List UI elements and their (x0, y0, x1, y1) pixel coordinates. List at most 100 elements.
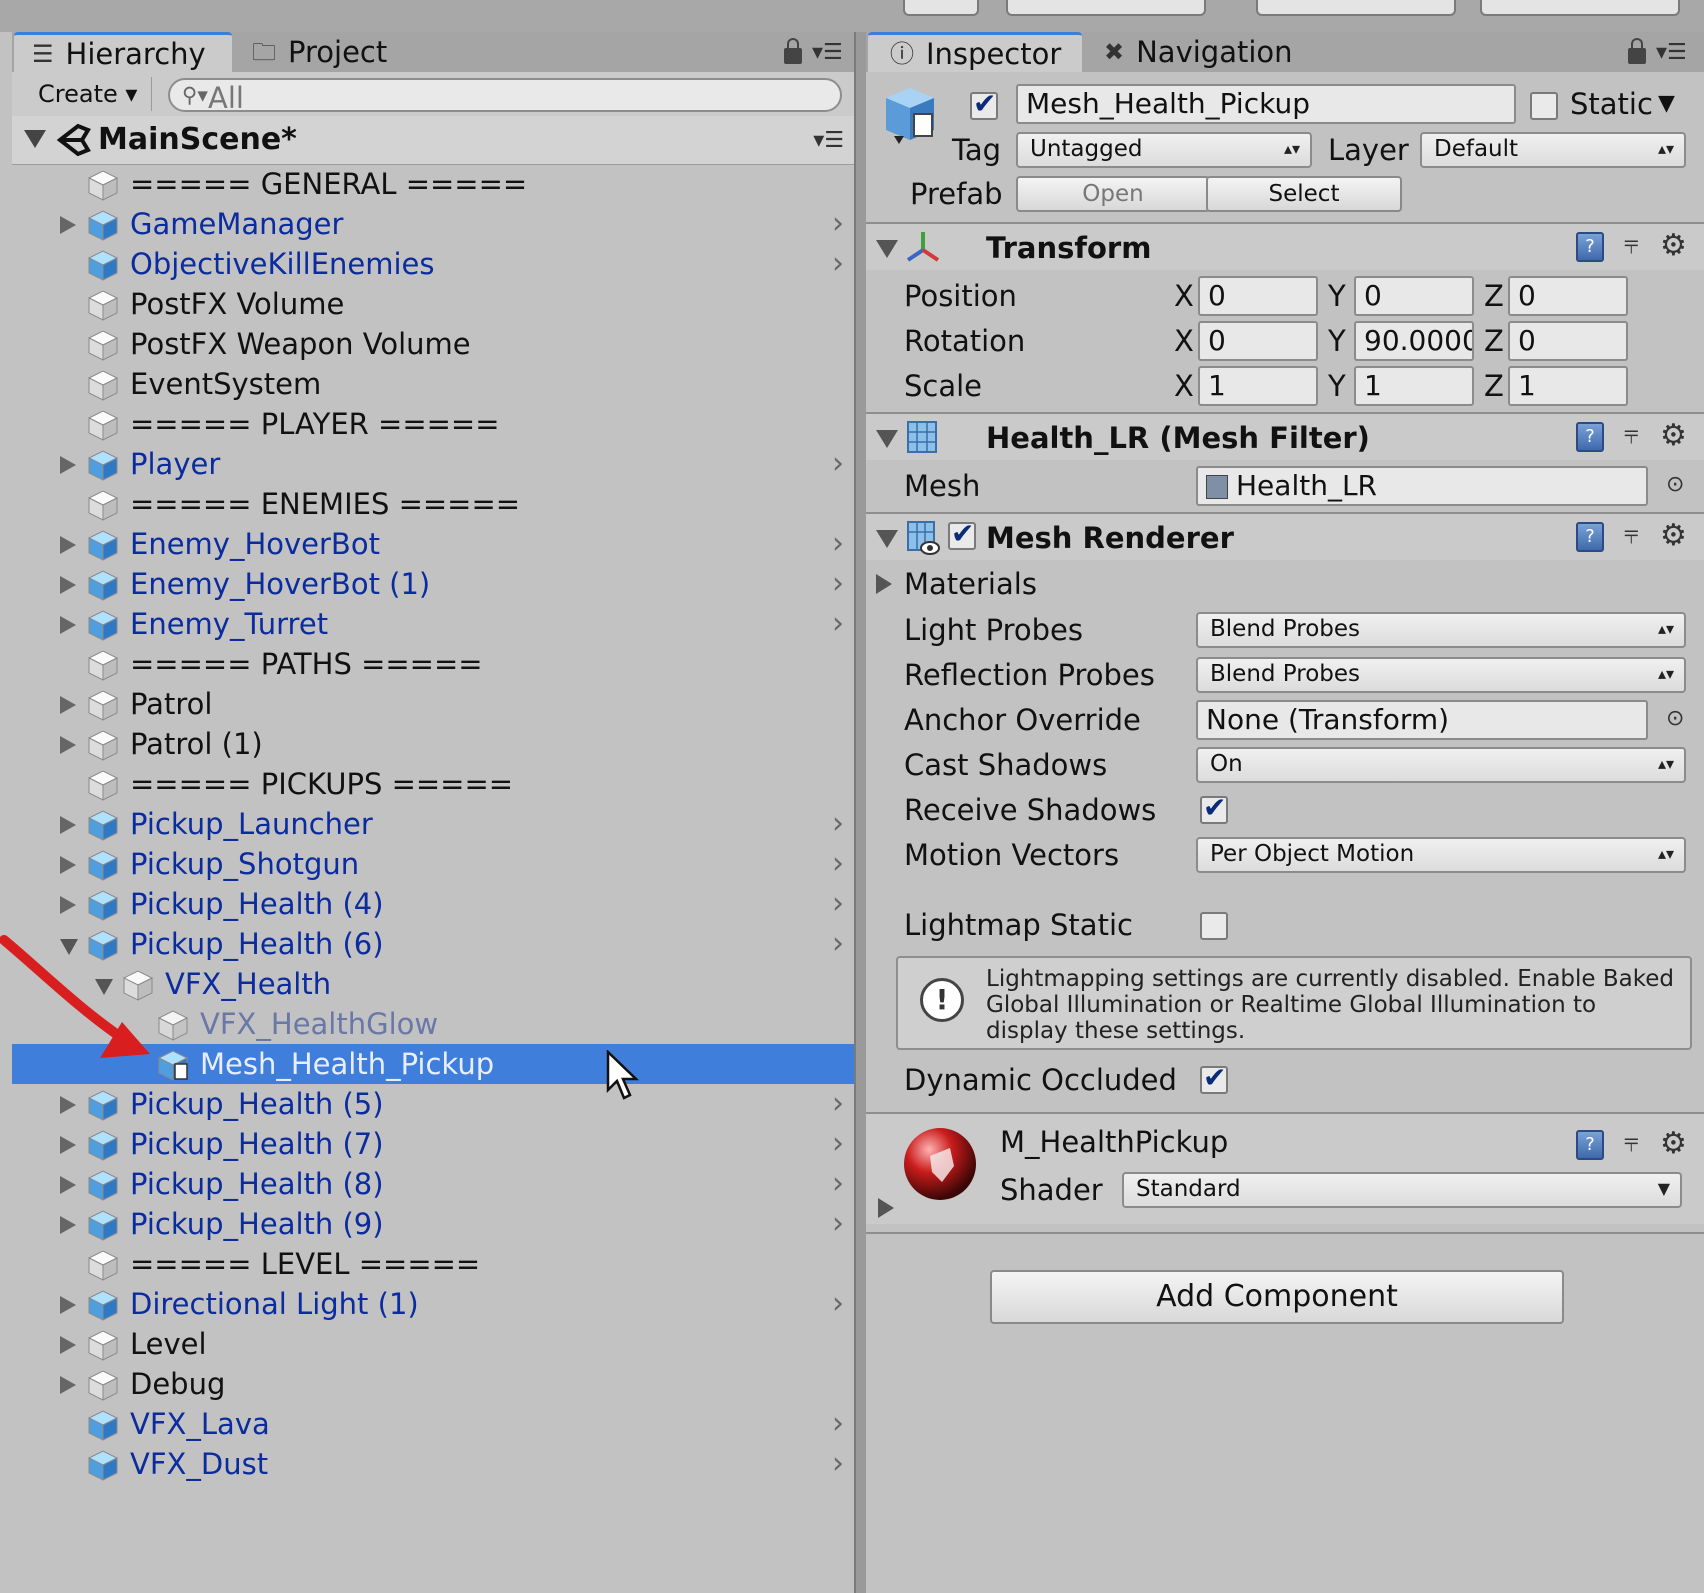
scale-y-field[interactable]: 1 (1354, 366, 1474, 406)
help-book-icon[interactable]: ? (1576, 522, 1604, 552)
toolbar-button[interactable] (1256, 0, 1456, 16)
position-x-field[interactable]: 0 (1198, 276, 1318, 316)
tab-navigation[interactable]: ✖ Navigation (1104, 32, 1324, 72)
hierarchy-row[interactable]: PostFX Weapon Volume (12, 324, 854, 364)
open-prefab-chevron-icon[interactable]: › (832, 1284, 844, 1324)
collapse-triangle-icon[interactable] (876, 240, 898, 258)
mesh-renderer-header[interactable]: Mesh Renderer ? ⫧ ⚙ (866, 514, 1704, 560)
add-component-button[interactable]: Add Component (990, 1270, 1564, 1324)
toolbar-button[interactable] (1480, 0, 1680, 16)
open-prefab-chevron-icon[interactable]: › (832, 1164, 844, 1204)
scale-x-axis-label[interactable]: X (1174, 368, 1194, 404)
object-picker-icon[interactable]: ⊙ (1666, 472, 1684, 497)
hierarchy-row[interactable]: GameManager › (12, 204, 854, 244)
scale-z-axis-label[interactable]: Z (1484, 368, 1504, 404)
prefab-select-button[interactable]: Select (1206, 176, 1402, 212)
hierarchy-row[interactable]: Pickup_Health (8) › (12, 1164, 854, 1204)
collapsed-triangle-icon[interactable] (60, 1336, 76, 1354)
collapsed-triangle-icon[interactable] (60, 736, 76, 754)
rotation-x-axis-label[interactable]: X (1174, 323, 1194, 359)
lock-icon[interactable] (784, 38, 802, 64)
hierarchy-search-input[interactable]: ⚲▾ All (168, 78, 842, 115)
position-z-field[interactable]: 0 (1508, 276, 1628, 316)
collapsed-triangle-icon[interactable] (60, 696, 76, 714)
object-picker-icon[interactable]: ⊙ (1666, 706, 1684, 731)
open-prefab-chevron-icon[interactable]: › (832, 524, 844, 564)
scale-x-field[interactable]: 1 (1198, 366, 1318, 406)
toolbar-button[interactable] (1006, 0, 1206, 16)
panel-menu-icon[interactable]: ▾☰ (1656, 40, 1687, 65)
hierarchy-row[interactable]: PostFX Volume (12, 284, 854, 324)
gear-icon[interactable]: ⚙ (1660, 228, 1687, 263)
hierarchy-row[interactable]: VFX_Dust › (12, 1444, 854, 1484)
hierarchy-row[interactable]: ===== ENEMIES ===== (12, 484, 854, 524)
dynamic-occluded-checkbox[interactable] (1200, 1061, 1228, 1094)
open-prefab-chevron-icon[interactable]: › (832, 804, 844, 844)
hierarchy-row[interactable]: EventSystem (12, 364, 854, 404)
hierarchy-row[interactable]: Directional Light (1) › (12, 1284, 854, 1324)
anchor-override-field[interactable]: None (Transform) (1196, 700, 1648, 740)
receive-shadows-checkbox[interactable] (1200, 791, 1228, 824)
motion-vectors-dropdown[interactable]: Per Object Motion ▴▾ (1196, 837, 1686, 873)
hierarchy-row[interactable]: Enemy_Turret › (12, 604, 854, 644)
hierarchy-row[interactable]: Patrol (12, 684, 854, 724)
scale-y-axis-label[interactable]: Y (1328, 368, 1346, 404)
hierarchy-row[interactable]: Player › (12, 444, 854, 484)
position-y-field[interactable]: 0 (1354, 276, 1474, 316)
expand-triangle-icon[interactable] (876, 574, 892, 594)
gear-icon[interactable]: ⚙ (1660, 418, 1687, 453)
hierarchy-row[interactable]: Patrol (1) (12, 724, 854, 764)
collapsed-triangle-icon[interactable] (60, 576, 76, 594)
hierarchy-row[interactable]: Pickup_Health (5) › (12, 1084, 854, 1124)
active-checkbox[interactable] (970, 87, 998, 120)
collapsed-triangle-icon[interactable] (60, 1216, 76, 1234)
tab-inspector[interactable]: ⓘ Inspector (868, 32, 1082, 72)
transform-header[interactable]: Transform ? ⫧ ⚙ (866, 224, 1704, 270)
collapsed-triangle-icon[interactable] (60, 856, 76, 874)
position-y-axis-label[interactable]: Y (1328, 278, 1346, 314)
collapsed-triangle-icon[interactable] (60, 896, 76, 914)
preset-icon[interactable]: ⫧ (1624, 420, 1639, 451)
open-prefab-chevron-icon[interactable]: › (832, 1084, 844, 1124)
open-prefab-chevron-icon[interactable]: › (832, 844, 844, 884)
scene-header[interactable]: MainScene* ▾☰ (12, 116, 854, 165)
collapsed-triangle-icon[interactable] (60, 616, 76, 634)
create-button[interactable]: Create ▾ (24, 77, 153, 111)
collapse-triangle-icon[interactable] (876, 430, 898, 448)
static-dropdown-icon[interactable]: ▼ (1658, 86, 1675, 122)
rotation-y-axis-label[interactable]: Y (1328, 323, 1346, 359)
object-name-field[interactable]: Mesh_Health_Pickup (1016, 84, 1516, 124)
hierarchy-row[interactable]: ===== PATHS ===== (12, 644, 854, 684)
static-checkbox[interactable] (1530, 92, 1558, 120)
help-book-icon[interactable]: ? (1576, 232, 1604, 262)
hierarchy-row[interactable]: Enemy_HoverBot › (12, 524, 854, 564)
open-prefab-chevron-icon[interactable]: › (832, 1404, 844, 1444)
help-book-icon[interactable]: ? (1576, 1130, 1604, 1160)
collapse-triangle-icon[interactable] (24, 130, 46, 148)
layer-dropdown[interactable]: Default ▴▾ (1420, 132, 1686, 168)
collapsed-triangle-icon[interactable] (60, 1376, 76, 1394)
light-probes-dropdown[interactable]: Blend Probes ▴▾ (1196, 612, 1686, 648)
position-z-axis-label[interactable]: Z (1484, 278, 1504, 314)
collapsed-triangle-icon[interactable] (60, 1096, 76, 1114)
mesh-renderer-enabled-checkbox[interactable] (948, 517, 976, 550)
rotation-x-field[interactable]: 0 (1198, 321, 1318, 361)
hierarchy-row[interactable]: Pickup_Shotgun › (12, 844, 854, 884)
open-prefab-chevron-icon[interactable]: › (832, 444, 844, 484)
collapsed-triangle-icon[interactable] (60, 816, 76, 834)
open-prefab-chevron-icon[interactable]: › (832, 1204, 844, 1244)
hierarchy-row[interactable]: Pickup_Health (7) › (12, 1124, 854, 1164)
open-prefab-chevron-icon[interactable]: › (832, 204, 844, 244)
shader-dropdown[interactable]: Standard ▼ (1122, 1172, 1682, 1208)
help-book-icon[interactable]: ? (1576, 422, 1604, 452)
panel-divider[interactable] (854, 32, 866, 1593)
collapse-triangle-icon[interactable] (876, 530, 898, 548)
open-prefab-chevron-icon[interactable]: › (832, 244, 844, 284)
hierarchy-row[interactable]: Pickup_Launcher › (12, 804, 854, 844)
open-prefab-chevron-icon[interactable]: › (832, 564, 844, 604)
preset-icon[interactable]: ⫧ (1624, 520, 1639, 551)
mesh-filter-header[interactable]: Health_LR (Mesh Filter) ? ⫧ ⚙ (866, 414, 1704, 460)
collapsed-triangle-icon[interactable] (60, 1296, 76, 1314)
open-prefab-chevron-icon[interactable]: › (832, 884, 844, 924)
collapsed-triangle-icon[interactable] (60, 216, 76, 234)
